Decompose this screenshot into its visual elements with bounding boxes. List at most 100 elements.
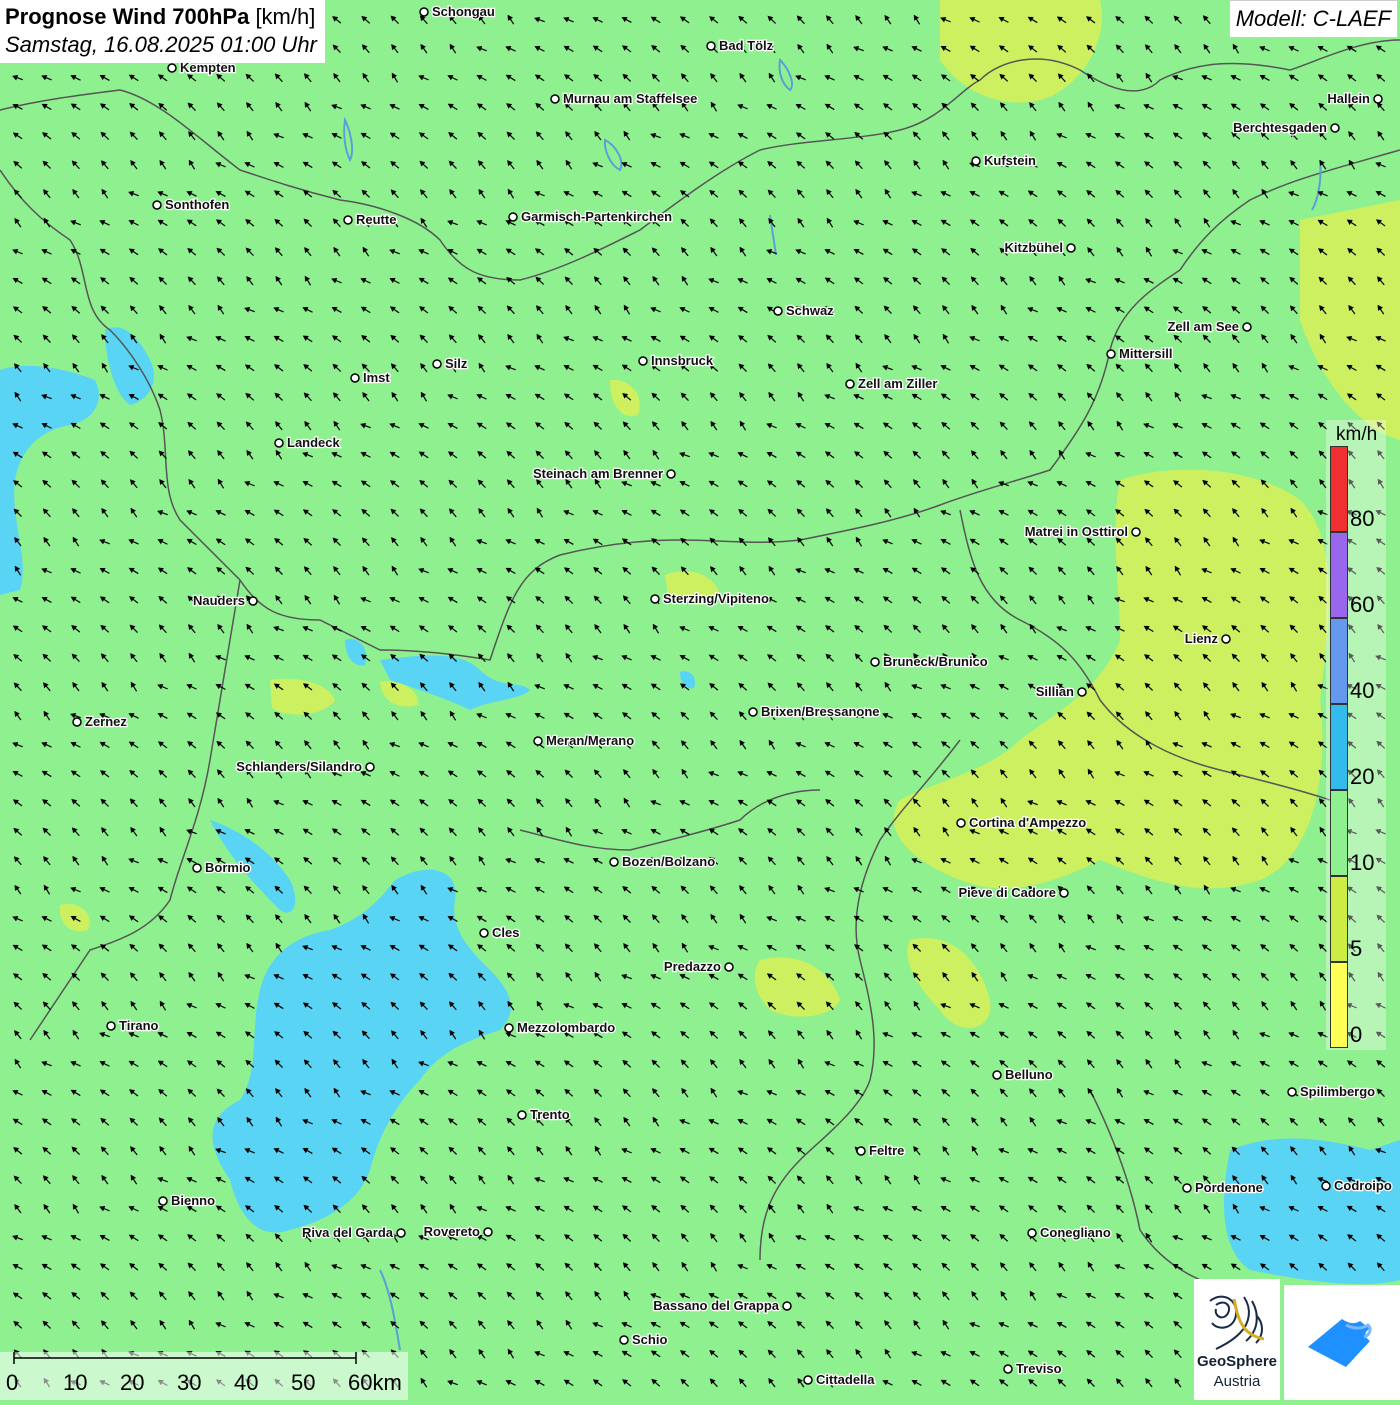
city-marker[interactable] — [432, 359, 442, 369]
city-marker[interactable] — [724, 962, 734, 972]
city-marker[interactable] — [396, 1228, 406, 1238]
title-box: Prognose Wind 700hPa [km/h] Samstag, 16.… — [0, 0, 325, 63]
scale-tick: 0 — [6, 1370, 19, 1395]
city-label: Landeck — [287, 435, 341, 450]
city-label: Berchtesgaden — [1233, 120, 1327, 135]
city-label: Conegliano — [1040, 1225, 1111, 1240]
city-label: Treviso — [1016, 1361, 1062, 1376]
city-label: Murnau am Staffelsee — [563, 91, 697, 106]
city-marker[interactable] — [504, 1023, 514, 1033]
city-marker[interactable] — [550, 94, 560, 104]
city-label: Bormio — [205, 860, 251, 875]
city-label: Garmisch-Partenkirchen — [521, 209, 672, 224]
city-marker[interactable] — [1027, 1228, 1037, 1238]
city-marker[interactable] — [706, 41, 716, 51]
city-marker[interactable] — [666, 469, 676, 479]
city-marker[interactable] — [1106, 349, 1116, 359]
city-label: Matrei in Osttirol — [1025, 524, 1128, 539]
city-marker[interactable] — [773, 306, 783, 316]
city-label: Bozen/Bolzano — [622, 854, 715, 869]
city-label: Schio — [632, 1332, 667, 1347]
city-marker[interactable] — [1077, 687, 1087, 697]
city-marker[interactable] — [1131, 527, 1141, 537]
legend-label: 80 — [1350, 506, 1375, 531]
city-label: Feltre — [869, 1143, 904, 1158]
wind-map[interactable]: SchongauBad TölzKemptenMurnau am Staffel… — [0, 0, 1400, 1400]
color-legend: km/h 80 60 40 20 10 5 0 — [1326, 420, 1386, 1050]
city-marker[interactable] — [192, 863, 202, 873]
city-label: Predazzo — [664, 959, 721, 974]
scale-tick: 10 — [63, 1370, 88, 1395]
city-marker[interactable] — [1242, 322, 1252, 332]
legend-bar — [1330, 446, 1348, 1048]
city-label: Rovereto — [424, 1224, 480, 1239]
city-marker[interactable] — [72, 717, 82, 727]
city-marker[interactable] — [650, 594, 660, 604]
city-label: Nauders — [193, 593, 245, 608]
city-marker[interactable] — [1373, 94, 1383, 104]
legend-swatch — [1330, 962, 1348, 1048]
partner-logo — [1284, 1285, 1400, 1400]
map-title: Prognose Wind 700hPa [km/h] — [5, 3, 317, 31]
city-marker[interactable] — [1321, 1181, 1331, 1191]
legend-label: 20 — [1350, 764, 1375, 789]
city-marker[interactable] — [748, 707, 758, 717]
city-label: Lienz — [1185, 631, 1219, 646]
wave-logo-icon — [1308, 1319, 1372, 1367]
city-label: Bad Tölz — [719, 38, 774, 53]
city-label: Sterzing/Vipiteno — [663, 591, 769, 606]
city-marker[interactable] — [845, 379, 855, 389]
city-marker[interactable] — [1221, 634, 1231, 644]
city-marker[interactable] — [1287, 1087, 1297, 1097]
city-marker[interactable] — [956, 818, 966, 828]
city-label: Schlanders/Silandro — [236, 759, 362, 774]
city-marker[interactable] — [158, 1196, 168, 1206]
scale-tick: 20 — [120, 1370, 145, 1395]
city-marker[interactable] — [609, 857, 619, 867]
city-marker[interactable] — [1059, 888, 1069, 898]
city-marker[interactable] — [152, 200, 162, 210]
city-label: Bienno — [171, 1193, 215, 1208]
city-marker[interactable] — [248, 596, 258, 606]
forecast-datetime: Samstag, 16.08.2025 01:00 Uhr — [5, 32, 317, 57]
city-marker[interactable] — [365, 762, 375, 772]
city-marker[interactable] — [517, 1110, 527, 1120]
city-marker[interactable] — [619, 1335, 629, 1345]
city-marker[interactable] — [1330, 123, 1340, 133]
legend-unit: km/h — [1336, 424, 1378, 445]
legend-swatch — [1330, 876, 1348, 962]
city-marker[interactable] — [971, 156, 981, 166]
city-label: Codroipo — [1334, 1178, 1392, 1193]
city-marker[interactable] — [992, 1070, 1002, 1080]
city-label: Cortina d'Ampezzo — [969, 815, 1086, 830]
city-label: Hallein — [1327, 91, 1370, 106]
city-label: Cittadella — [816, 1372, 875, 1387]
legend-swatch — [1330, 532, 1348, 618]
map-title-main: Prognose Wind 700hPa — [5, 4, 250, 29]
city-marker[interactable] — [533, 736, 543, 746]
city-marker[interactable] — [483, 1227, 493, 1237]
city-marker[interactable] — [479, 928, 489, 938]
city-marker[interactable] — [274, 438, 284, 448]
city-label: Bruneck/Brunico — [883, 654, 988, 669]
city-marker[interactable] — [350, 373, 360, 383]
city-label: Riva del Garda — [302, 1225, 394, 1240]
city-marker[interactable] — [1182, 1183, 1192, 1193]
city-marker[interactable] — [782, 1301, 792, 1311]
city-marker[interactable] — [419, 7, 429, 17]
city-marker[interactable] — [803, 1375, 813, 1385]
city-label: Bassano del Grappa — [653, 1298, 779, 1313]
legend-label: 60 — [1350, 592, 1375, 617]
city-marker[interactable] — [638, 356, 648, 366]
geosphere-logo: GeoSphere Austria — [1194, 1279, 1280, 1400]
city-marker[interactable] — [1066, 243, 1076, 253]
city-marker[interactable] — [856, 1146, 866, 1156]
city-marker[interactable] — [508, 212, 518, 222]
city-label: Tirano — [119, 1018, 159, 1033]
city-marker[interactable] — [1003, 1364, 1013, 1374]
geosphere-logo-icon — [1209, 1295, 1265, 1350]
city-marker[interactable] — [167, 63, 177, 73]
city-marker[interactable] — [343, 215, 353, 225]
city-marker[interactable] — [106, 1021, 116, 1031]
city-marker[interactable] — [870, 657, 880, 667]
